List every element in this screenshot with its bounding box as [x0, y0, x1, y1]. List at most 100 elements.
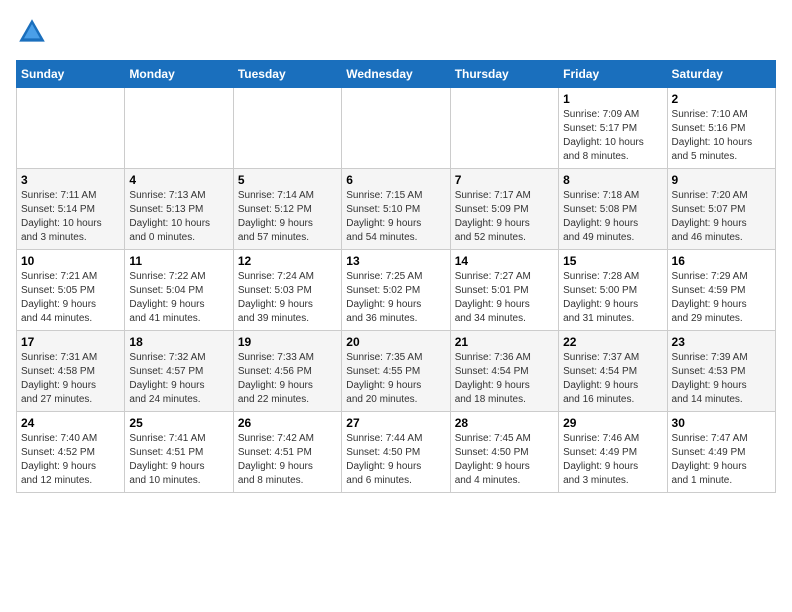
day-number: 8 [563, 173, 662, 187]
day-number: 25 [129, 416, 228, 430]
calendar-week-row: 17 Sunrise: 7:31 AM Sunset: 4:58 PM Dayli… [17, 331, 776, 412]
calendar-cell: 2Sunrise: 7:10 AM Sunset: 5:16 PM Daylig… [667, 88, 775, 169]
day-info: Sunrise: 7:46 AM Sunset: 4:49 PM Dayligh… [563, 432, 662, 488]
day-info: Sunrise: 7:11 AM Sunset: 5:14 PM Dayligh… [21, 189, 120, 245]
day-number: 30 [672, 416, 771, 430]
weekday-header: Saturday [667, 61, 775, 88]
day-number: 5 [238, 173, 337, 187]
day-info: Sunrise: 7:45 AM Sunset: 4:50 PM Dayligh… [455, 432, 554, 488]
calendar-cell: 16 Sunrise: 7:29 AM Sunset: 4:59 PM Dayli… [667, 250, 775, 331]
day-info: Sunrise: 7:09 AM Sunset: 5:17 PM Dayligh… [563, 108, 662, 164]
day-number: 17 [21, 335, 120, 349]
day-number: 9 [672, 173, 771, 187]
calendar-cell: 26 Sunrise: 7:42 AM Sunset: 4:51 PM Dayli… [233, 412, 341, 493]
day-info: Sunrise: 7:15 AM Sunset: 5:10 PM Dayligh… [346, 189, 445, 245]
calendar-cell: 24 Sunrise: 7:40 AM Sunset: 4:52 PM Dayli… [17, 412, 125, 493]
day-info: Sunrise: 7:27 AM Sunset: 5:01 PM Dayligh… [455, 270, 554, 326]
calendar-cell: 20 Sunrise: 7:35 AM Sunset: 4:55 PM Dayli… [342, 331, 450, 412]
day-info: Sunrise: 7:18 AM Sunset: 5:08 PM Dayligh… [563, 189, 662, 245]
calendar-cell: 5 Sunrise: 7:14 AM Sunset: 5:12 PM Daylig… [233, 169, 341, 250]
weekday-header: Monday [125, 61, 233, 88]
day-info: Sunrise: 7:14 AM Sunset: 5:12 PM Dayligh… [238, 189, 337, 245]
day-info: Sunrise: 7:20 AM Sunset: 5:07 PM Dayligh… [672, 189, 771, 245]
day-number: 4 [129, 173, 228, 187]
day-info: Sunrise: 7:31 AM Sunset: 4:58 PM Dayligh… [21, 351, 120, 407]
page-header [16, 16, 776, 48]
day-info: Sunrise: 7:33 AM Sunset: 4:56 PM Dayligh… [238, 351, 337, 407]
day-info: Sunrise: 7:42 AM Sunset: 4:51 PM Dayligh… [238, 432, 337, 488]
weekday-header: Thursday [450, 61, 558, 88]
day-info: Sunrise: 7:35 AM Sunset: 4:55 PM Dayligh… [346, 351, 445, 407]
calendar-week-row: 3 Sunrise: 7:11 AM Sunset: 5:14 PM Daylig… [17, 169, 776, 250]
day-number: 7 [455, 173, 554, 187]
calendar-cell: 9 Sunrise: 7:20 AM Sunset: 5:07 PM Daylig… [667, 169, 775, 250]
calendar-cell: 7 Sunrise: 7:17 AM Sunset: 5:09 PM Daylig… [450, 169, 558, 250]
calendar-cell: 6 Sunrise: 7:15 AM Sunset: 5:10 PM Daylig… [342, 169, 450, 250]
day-number: 19 [238, 335, 337, 349]
day-info: Sunrise: 7:47 AM Sunset: 4:49 PM Dayligh… [672, 432, 771, 488]
day-info: Sunrise: 7:10 AM Sunset: 5:16 PM Dayligh… [672, 108, 771, 164]
day-number: 16 [672, 254, 771, 268]
day-number: 13 [346, 254, 445, 268]
day-info: Sunrise: 7:13 AM Sunset: 5:13 PM Dayligh… [129, 189, 228, 245]
logo [16, 16, 52, 48]
calendar-cell: 22 Sunrise: 7:37 AM Sunset: 4:54 PM Dayli… [559, 331, 667, 412]
day-number: 24 [21, 416, 120, 430]
calendar-cell: 3 Sunrise: 7:11 AM Sunset: 5:14 PM Daylig… [17, 169, 125, 250]
calendar-cell [450, 88, 558, 169]
calendar-cell: 28 Sunrise: 7:45 AM Sunset: 4:50 PM Dayli… [450, 412, 558, 493]
day-info: Sunrise: 7:21 AM Sunset: 5:05 PM Dayligh… [21, 270, 120, 326]
day-number: 27 [346, 416, 445, 430]
day-info: Sunrise: 7:17 AM Sunset: 5:09 PM Dayligh… [455, 189, 554, 245]
day-info: Sunrise: 7:39 AM Sunset: 4:53 PM Dayligh… [672, 351, 771, 407]
calendar-cell: 21Sunrise: 7:36 AM Sunset: 4:54 PM Dayli… [450, 331, 558, 412]
day-number: 26 [238, 416, 337, 430]
day-number: 15 [563, 254, 662, 268]
day-number: 28 [455, 416, 554, 430]
day-number: 29 [563, 416, 662, 430]
calendar-cell [233, 88, 341, 169]
calendar-week-row: 10 Sunrise: 7:21 AM Sunset: 5:05 PM Dayli… [17, 250, 776, 331]
calendar: SundayMondayTuesdayWednesdayThursdayFrid… [16, 60, 776, 493]
day-number: 14 [455, 254, 554, 268]
day-info: Sunrise: 7:22 AM Sunset: 5:04 PM Dayligh… [129, 270, 228, 326]
weekday-header: Wednesday [342, 61, 450, 88]
day-number: 6 [346, 173, 445, 187]
day-number: 10 [21, 254, 120, 268]
calendar-cell: 29 Sunrise: 7:46 AM Sunset: 4:49 PM Dayli… [559, 412, 667, 493]
day-number: 23 [672, 335, 771, 349]
day-number: 3 [21, 173, 120, 187]
calendar-cell: 12Sunrise: 7:24 AM Sunset: 5:03 PM Dayli… [233, 250, 341, 331]
calendar-cell: 30 Sunrise: 7:47 AM Sunset: 4:49 PM Dayli… [667, 412, 775, 493]
day-info: Sunrise: 7:25 AM Sunset: 5:02 PM Dayligh… [346, 270, 445, 326]
day-info: Sunrise: 7:37 AM Sunset: 4:54 PM Dayligh… [563, 351, 662, 407]
day-info: Sunrise: 7:32 AM Sunset: 4:57 PM Dayligh… [129, 351, 228, 407]
day-number: 21 [455, 335, 554, 349]
calendar-cell [125, 88, 233, 169]
day-info: Sunrise: 7:41 AM Sunset: 4:51 PM Dayligh… [129, 432, 228, 488]
day-number: 18 [129, 335, 228, 349]
logo-icon [16, 16, 48, 48]
calendar-cell: 4 Sunrise: 7:13 AM Sunset: 5:13 PM Daylig… [125, 169, 233, 250]
calendar-cell: 11 Sunrise: 7:22 AM Sunset: 5:04 PM Dayli… [125, 250, 233, 331]
day-number: 1 [563, 92, 662, 106]
calendar-cell: 25 Sunrise: 7:41 AM Sunset: 4:51 PM Dayli… [125, 412, 233, 493]
day-info: Sunrise: 7:29 AM Sunset: 4:59 PM Dayligh… [672, 270, 771, 326]
day-info: Sunrise: 7:40 AM Sunset: 4:52 PM Dayligh… [21, 432, 120, 488]
calendar-cell: 27 Sunrise: 7:44 AM Sunset: 4:50 PM Dayli… [342, 412, 450, 493]
day-number: 20 [346, 335, 445, 349]
calendar-week-row: 24 Sunrise: 7:40 AM Sunset: 4:52 PM Dayli… [17, 412, 776, 493]
weekday-header: Sunday [17, 61, 125, 88]
day-number: 22 [563, 335, 662, 349]
calendar-cell: 13 Sunrise: 7:25 AM Sunset: 5:02 PM Dayli… [342, 250, 450, 331]
calendar-header-row: SundayMondayTuesdayWednesdayThursdayFrid… [17, 61, 776, 88]
calendar-cell: 15Sunrise: 7:28 AM Sunset: 5:00 PM Dayli… [559, 250, 667, 331]
calendar-cell: 10 Sunrise: 7:21 AM Sunset: 5:05 PM Dayli… [17, 250, 125, 331]
calendar-cell [342, 88, 450, 169]
day-number: 12 [238, 254, 337, 268]
calendar-cell: 17 Sunrise: 7:31 AM Sunset: 4:58 PM Dayli… [17, 331, 125, 412]
calendar-cell: 18 Sunrise: 7:32 AM Sunset: 4:57 PM Dayli… [125, 331, 233, 412]
day-number: 11 [129, 254, 228, 268]
day-info: Sunrise: 7:44 AM Sunset: 4:50 PM Dayligh… [346, 432, 445, 488]
calendar-cell: 14 Sunrise: 7:27 AM Sunset: 5:01 PM Dayli… [450, 250, 558, 331]
